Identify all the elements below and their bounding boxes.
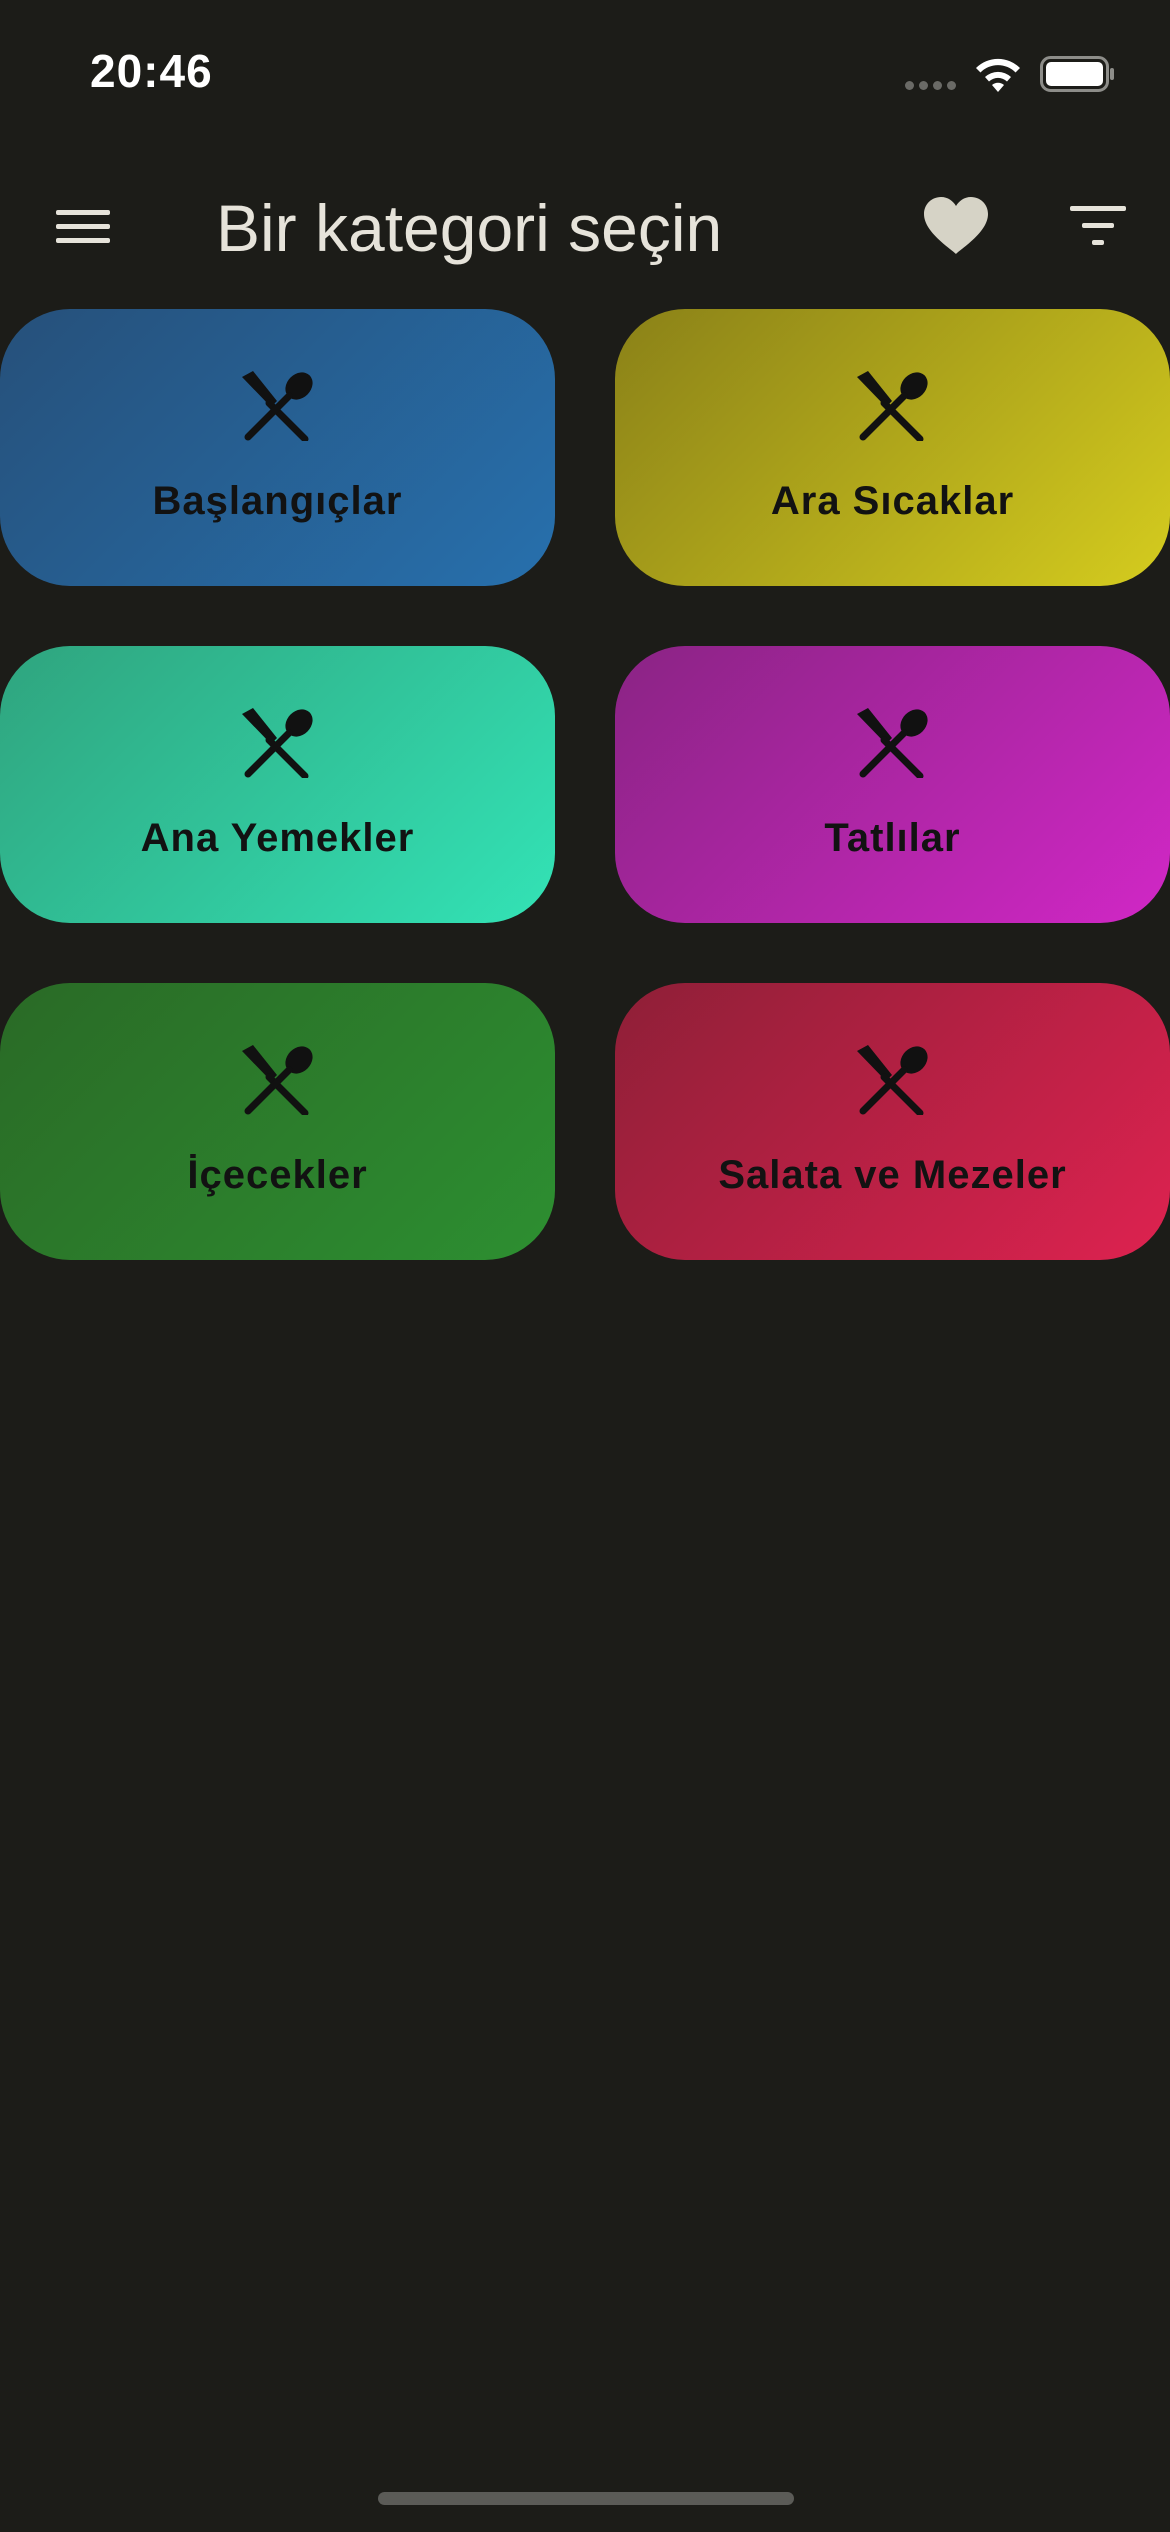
fork-spoon-icon xyxy=(239,1043,317,1115)
screen: 20:46 Bir kategori seçin Başlangıçlar Ar… xyxy=(0,0,1170,2532)
wifi-icon xyxy=(976,58,1020,92)
category-card-baslangiclar[interactable]: Başlangıçlar xyxy=(0,309,555,586)
fork-spoon-icon xyxy=(854,1043,932,1115)
app-bar: Bir kategori seçin xyxy=(0,170,1170,282)
filter-button[interactable] xyxy=(1066,200,1130,252)
category-label: Tatlılar xyxy=(824,816,961,860)
battery-icon xyxy=(1040,56,1114,92)
category-label: İçecekler xyxy=(187,1153,368,1197)
cellular-signal-icon xyxy=(905,81,956,90)
category-card-ana-yemekler[interactable]: Ana Yemekler xyxy=(0,646,555,923)
fork-spoon-icon xyxy=(239,369,317,441)
favorites-button[interactable] xyxy=(920,194,992,258)
category-card-ara-sicaklar[interactable]: Ara Sıcaklar xyxy=(615,309,1170,586)
category-label: Ana Yemekler xyxy=(140,816,415,860)
category-card-tatlilar[interactable]: Tatlılar xyxy=(615,646,1170,923)
category-card-icecekler[interactable]: İçecekler xyxy=(0,983,555,1260)
category-label: Ara Sıcaklar xyxy=(770,479,1015,523)
status-bar: 20:46 xyxy=(0,0,1170,150)
home-indicator[interactable] xyxy=(378,2492,794,2505)
fork-spoon-icon xyxy=(854,706,932,778)
menu-button[interactable] xyxy=(50,200,116,252)
page-title: Bir kategori seçin xyxy=(216,191,723,265)
category-label: Salata ve Mezeler xyxy=(718,1153,1067,1197)
status-time: 20:46 xyxy=(90,45,213,97)
fork-spoon-icon xyxy=(239,706,317,778)
category-card-salata-ve-mezeler[interactable]: Salata ve Mezeler xyxy=(615,983,1170,1260)
filter-icon xyxy=(1070,206,1126,245)
fork-spoon-icon xyxy=(854,369,932,441)
heart-icon xyxy=(924,197,988,254)
category-label: Başlangıçlar xyxy=(152,479,403,523)
